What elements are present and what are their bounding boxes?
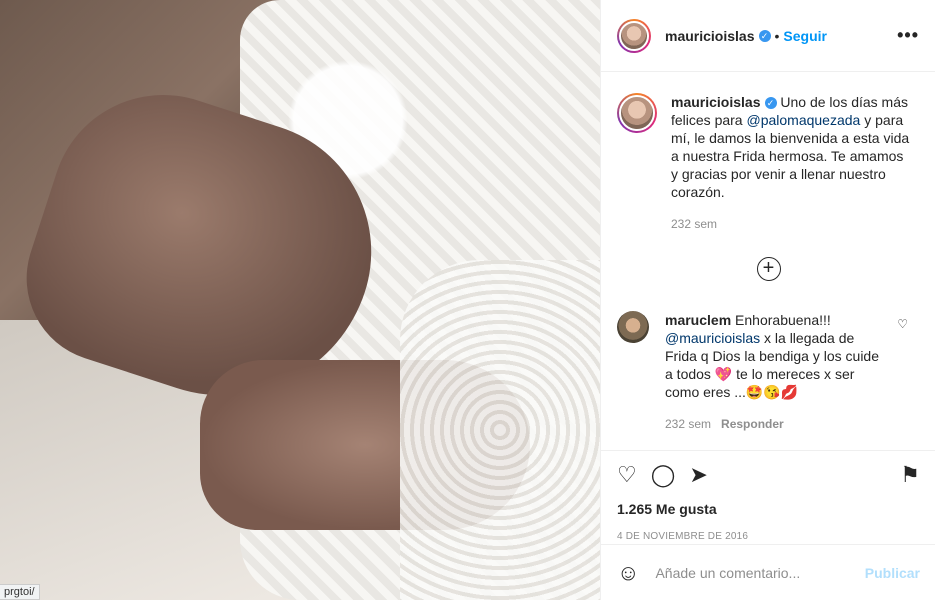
comment-meta: 232 sem Responder [665, 415, 885, 433]
reply-button[interactable]: Responder [721, 417, 784, 431]
comment-text-before: Enhorabuena!!! [731, 312, 831, 328]
status-url-chip: prgtoi/ [0, 584, 40, 600]
post-photo[interactable]: prgtoi/ [0, 0, 600, 600]
commenter-avatar[interactable] [617, 311, 649, 343]
post-header: mauricioislas ✓ • Seguir ••• [601, 0, 935, 72]
caption-username[interactable]: mauricioislas [671, 94, 761, 110]
likes-count[interactable]: 1.265 Me gusta [617, 501, 920, 517]
commenter-username[interactable]: maruclem [665, 312, 731, 328]
author-username[interactable]: mauricioislas [665, 28, 755, 44]
more-options-icon[interactable]: ••• [897, 25, 919, 46]
share-paper-plane-icon[interactable]: ➤ [689, 462, 707, 488]
load-more-comments-icon[interactable]: + [756, 257, 781, 281]
separator-dot: • [774, 27, 780, 44]
comment-input[interactable] [655, 564, 846, 581]
caption-mention-link[interactable]: @palomaquezada [746, 112, 860, 128]
post-side-panel: mauricioislas ✓ • Seguir ••• mauricioisl… [600, 0, 935, 600]
save-bookmark-icon[interactable]: ⚑ [900, 462, 920, 488]
comments-section[interactable]: mauricioislas ✓ Uno de los días más felic… [601, 73, 935, 450]
publish-button[interactable]: Publicar [865, 565, 920, 581]
comment-item: maruclem Enhorabuena!!! @mauricioislas x… [617, 311, 920, 433]
action-icons-row: ♡ ◯ ➤ ⚑ [617, 459, 920, 491]
caption-body: mauricioislas ✓ Uno de los días más felic… [671, 93, 911, 233]
verified-badge-icon: ✓ [758, 29, 771, 42]
comment-bubble-icon[interactable]: ◯ [651, 462, 676, 488]
comment-body: maruclem Enhorabuena!!! @mauricioislas x… [665, 311, 885, 433]
comment-timestamp[interactable]: 232 sem [665, 417, 711, 431]
caption-verified-badge-icon: ✓ [764, 97, 777, 110]
caption-timestamp[interactable]: 232 sem [671, 215, 911, 233]
post-caption: mauricioislas ✓ Uno de los días más felic… [617, 93, 920, 233]
author-avatar[interactable] [617, 18, 651, 53]
like-heart-icon[interactable]: ♡ [617, 462, 637, 488]
photo-blanket-fringe [400, 260, 600, 600]
follow-button[interactable]: Seguir [783, 28, 827, 44]
comment-composer: ☺ Publicar [601, 544, 935, 600]
post-date[interactable]: 4 DE NOVIEMBRE DE 2016 [617, 531, 920, 542]
comment-like-heart-icon[interactable]: ♡ [897, 317, 908, 331]
caption-avatar[interactable] [617, 93, 657, 133]
comment-mention-link[interactable]: @mauricioislas [665, 330, 760, 346]
emoji-smiley-icon[interactable]: ☺ [617, 560, 639, 586]
